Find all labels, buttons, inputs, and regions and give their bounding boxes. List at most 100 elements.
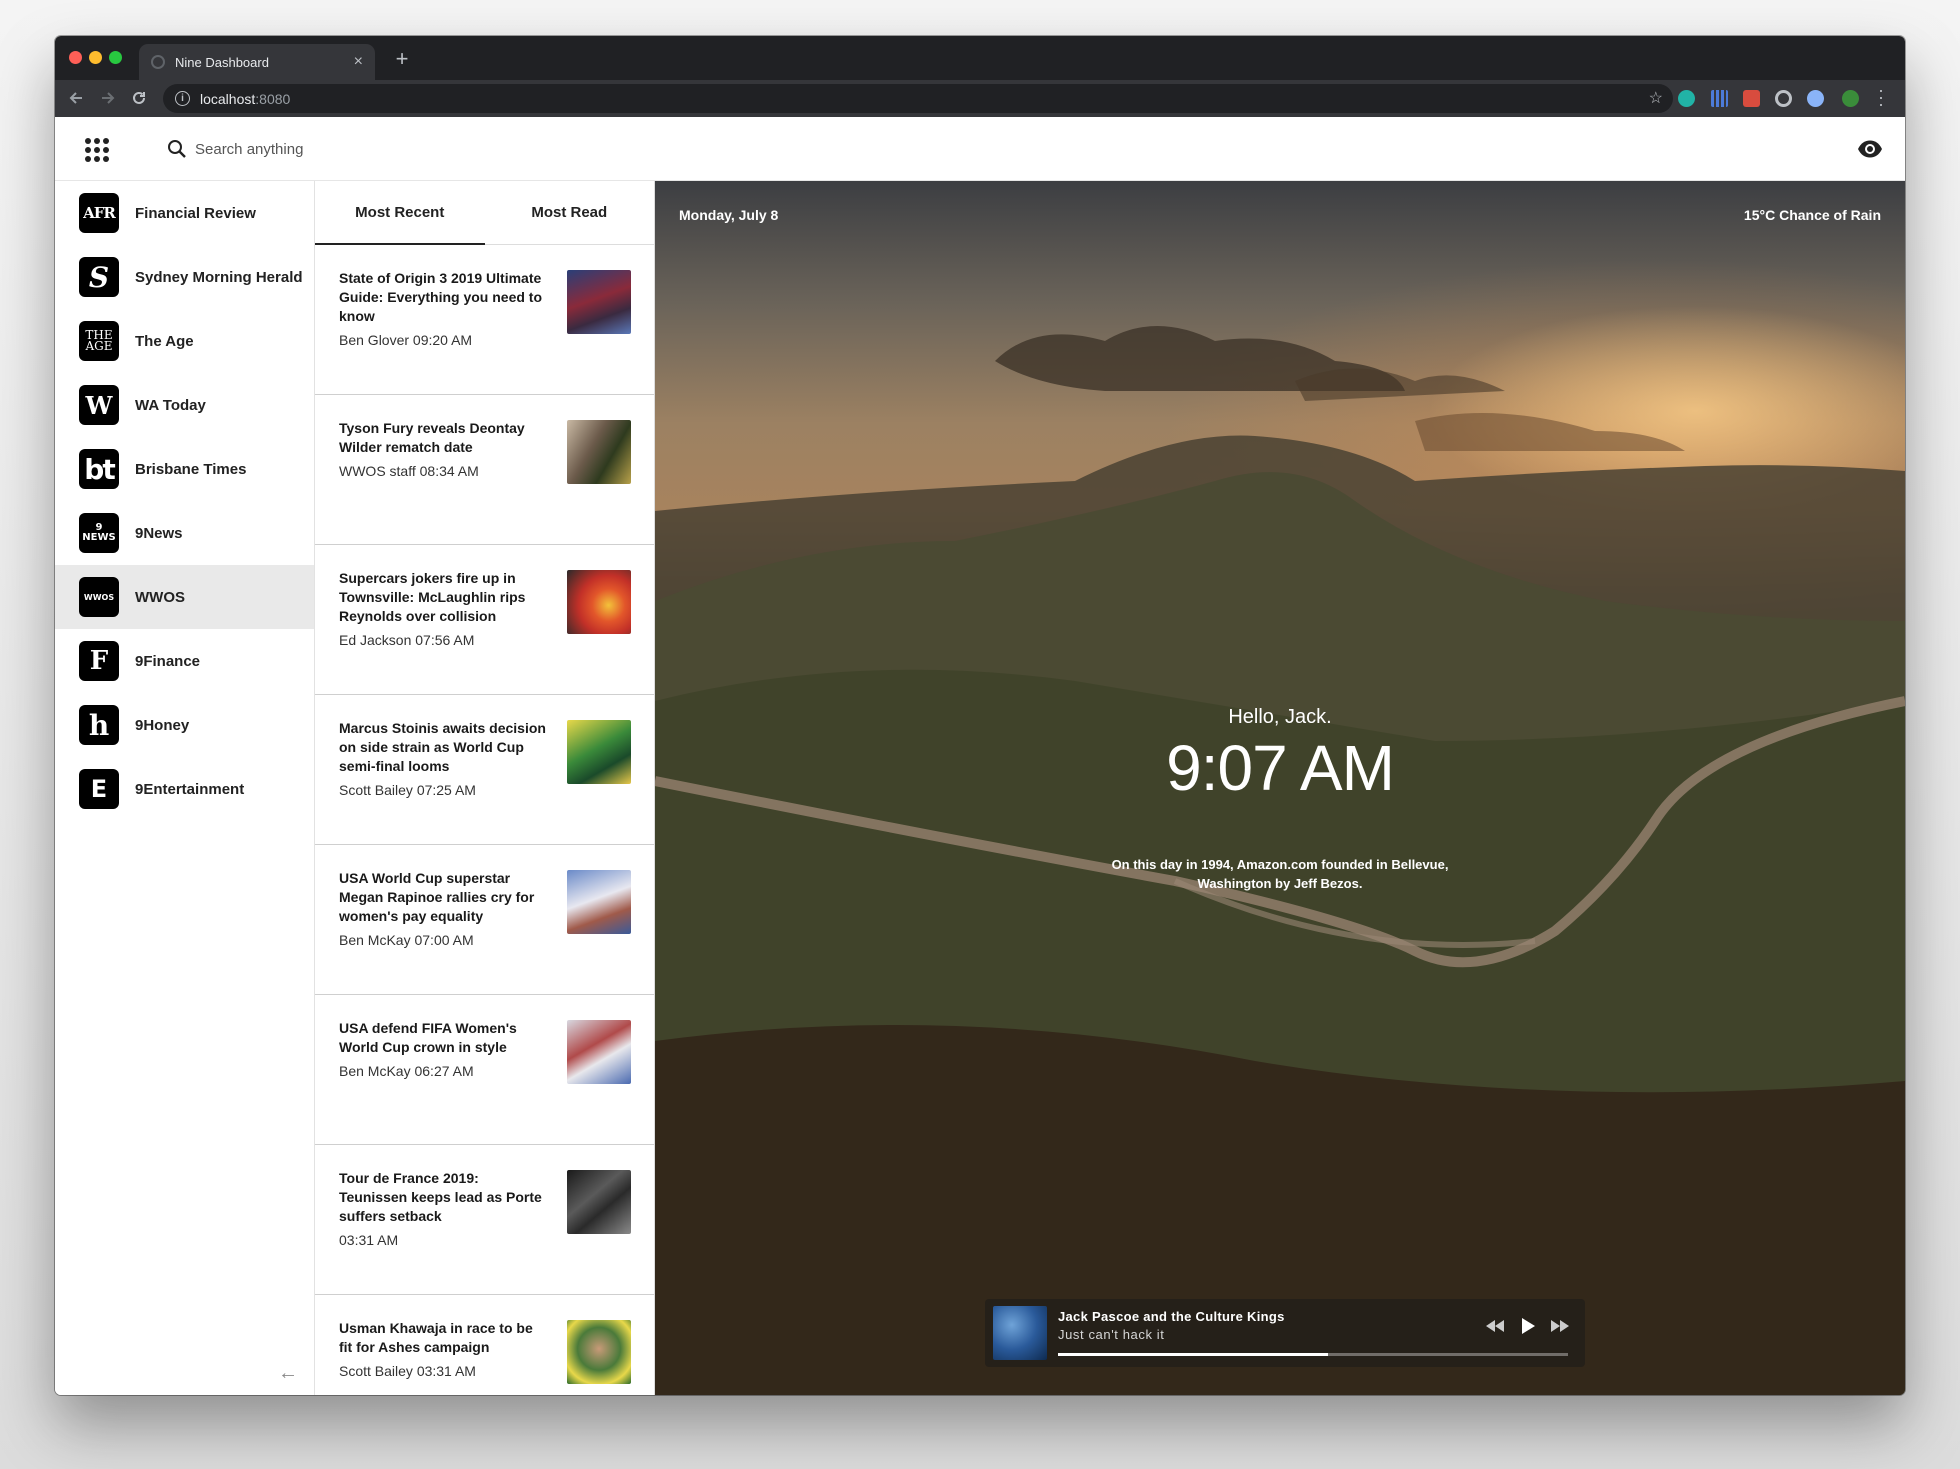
rewind-icon[interactable] [1482,1313,1508,1339]
wa-today-logo: W [79,385,119,425]
sidebar-item-label: Financial Review [135,204,256,222]
article-title: State of Origin 3 2019 Ultimate Guide: E… [339,270,543,324]
smh-logo: S [79,257,119,297]
music-player: Jack Pascoe and the Culture Kings Just c… [985,1299,1585,1367]
globe-icon [151,55,165,69]
9news-logo: 9 NEWS [79,513,119,553]
forward-arrow-icon[interactable] [95,85,121,111]
article-title: Supercars jokers fire up in Townsville: … [339,570,526,624]
the-age-logo: THE AGE [79,321,119,361]
9entertainment-logo: E [79,769,119,809]
sidebar-item-wa-today[interactable]: W WA Today [55,373,314,437]
search-input[interactable] [195,135,595,163]
album-art [993,1306,1047,1360]
hero-background: Monday, July 8 15°C Chance of Rain Hello… [655,181,1905,1395]
brisbane-times-logo: bt [79,449,119,489]
playback-progress-bar[interactable] [1058,1353,1568,1356]
article-item[interactable]: Marcus Stoinis awaits decision on side s… [315,695,654,845]
back-arrow-icon[interactable] [63,85,89,111]
sidebar-item-label: 9Entertainment [135,780,245,798]
article-title: Tyson Fury reveals Deontay Wilder rematc… [339,420,525,455]
play-icon[interactable] [1515,1313,1541,1339]
tab-most-read[interactable]: Most Read [485,181,655,244]
article-meta: Scott Bailey 07:25 AM [339,782,476,798]
sidebar-item-label: Sydney Morning Herald [135,268,303,286]
collapse-sidebar-icon[interactable]: ← [278,1362,298,1385]
article-meta: Ed Jackson 07:56 AM [339,632,475,648]
sidebar-item-9honey[interactable]: h 9Honey [55,693,314,757]
9finance-logo: F [79,641,119,681]
weather-readout: 15°C Chance of Rain [1743,207,1881,223]
publication-sidebar: AFR Financial Review S Sydney Morning He… [55,181,315,1395]
article-tabs: Most Recent Most Read [315,181,654,245]
track-title: Just can't hack it [1058,1327,1165,1342]
close-window-button[interactable] [69,51,82,64]
sidebar-item-label: Brisbane Times [135,460,247,478]
address-bar[interactable]: i localhost:8080 ☆ [163,84,1673,113]
article-thumbnail [567,870,631,934]
article-title: Usman Khawaja in race to be fit for Ashe… [339,1320,533,1355]
reload-icon[interactable] [126,85,152,111]
maximize-window-button[interactable] [109,51,122,64]
extension-icon[interactable] [1842,90,1859,107]
info-icon[interactable]: i [175,91,190,106]
afr-logo: AFR [79,193,119,233]
sidebar-item-label: WA Today [135,396,206,414]
article-item[interactable]: State of Origin 3 2019 Ultimate Guide: E… [315,245,654,395]
app-header [55,117,1905,181]
url-host: localhost [200,90,256,107]
track-artist: Jack Pascoe and the Culture Kings [1058,1309,1285,1324]
article-thumbnail [567,720,631,784]
fast-forward-icon[interactable] [1547,1313,1573,1339]
article-title: USA World Cup superstar Megan Rapinoe ra… [339,870,535,924]
sidebar-item-label: WWOS [135,588,185,606]
hero-date: Monday, July 8 [679,207,779,223]
sidebar-item-sydney-morning-herald[interactable]: S Sydney Morning Herald [55,245,314,309]
article-thumbnail [567,1020,631,1084]
article-thumbnail [567,1170,631,1234]
article-thumbnail [567,270,631,334]
sidebar-item-label: 9News [135,524,183,542]
article-item[interactable]: Tour de France 2019: Teunissen keeps lea… [315,1145,654,1295]
tab-close-icon[interactable]: × [354,53,363,71]
sidebar-item-label: 9Finance [135,652,201,670]
extension-icon[interactable] [1711,90,1728,107]
article-thumbnail [567,420,631,484]
extension-icon[interactable] [1775,90,1792,107]
new-tab-button[interactable]: + [387,44,417,74]
extension-icon[interactable] [1807,90,1824,107]
article-title: USA defend FIFA Women's World Cup crown … [339,1020,517,1055]
search-icon [168,140,186,158]
url-port: :8080 [255,90,291,107]
eye-icon[interactable] [1857,139,1883,159]
wwos-logo: WWOS [79,577,119,617]
article-item[interactable]: USA World Cup superstar Megan Rapinoe ra… [315,845,654,995]
tab-most-recent[interactable]: Most Recent [315,181,485,245]
browser-tab[interactable]: Nine Dashboard × [139,44,375,80]
sidebar-item-brisbane-times[interactable]: bt Brisbane Times [55,437,314,501]
sidebar-item-9finance[interactable]: F 9Finance [55,629,314,693]
9honey-logo: h [79,705,119,745]
apps-grid-icon[interactable] [85,138,109,162]
menu-icon[interactable]: · · · [1875,81,1887,113]
star-icon[interactable]: ☆ [1649,88,1663,108]
article-item[interactable]: Tyson Fury reveals Deontay Wilder rematc… [315,395,654,545]
article-meta: 03:31 AM [339,1232,399,1248]
extension-icon[interactable] [1743,90,1760,107]
article-item[interactable]: Supercars jokers fire up in Townsville: … [315,545,654,695]
sidebar-item-the-age[interactable]: THE AGE The Age [55,309,314,373]
minimize-window-button[interactable] [89,51,102,64]
sidebar-item-financial-review[interactable]: AFR Financial Review [55,181,314,245]
browser-window: Nine Dashboard × + i localhost:8080 ☆ · ·… [55,36,1905,1395]
browser-toolbar: i localhost:8080 ☆ · · · [55,80,1905,117]
playback-progress-fill [1058,1353,1329,1356]
article-meta: Ben McKay 07:00 AM [339,932,474,948]
sidebar-item-9entertainment[interactable]: E 9Entertainment [55,757,314,821]
sidebar-item-label: 9Honey [135,716,190,734]
sidebar-item-9news[interactable]: 9 NEWS 9News [55,501,314,565]
article-item[interactable]: Usman Khawaja in race to be fit for Ashe… [315,1295,654,1395]
sidebar-item-wwos[interactable]: WWOS WWOS [55,565,314,629]
greeting: Hello, Jack. [1228,706,1332,728]
article-item[interactable]: USA defend FIFA Women's World Cup crown … [315,995,654,1145]
extension-icon[interactable] [1678,90,1695,107]
